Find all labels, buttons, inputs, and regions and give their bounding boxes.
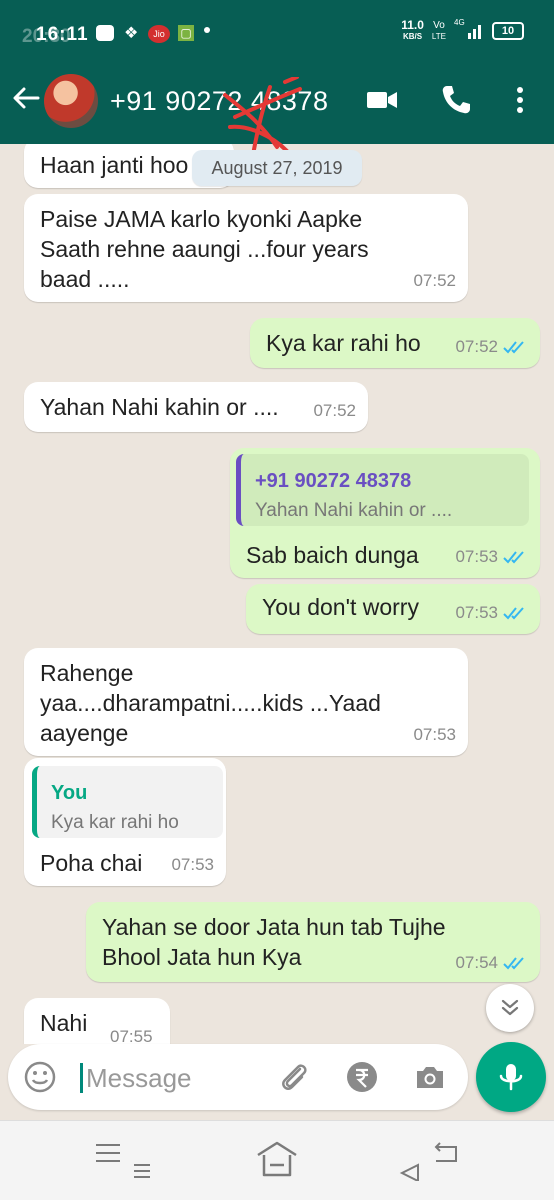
message-outgoing-reply[interactable]: +91 90272 48378 Yahan Nahi kahin or ....… — [230, 448, 540, 578]
message-text: Sab baich dunga — [246, 542, 419, 568]
voice-message-button[interactable] — [476, 1042, 546, 1112]
home-icon[interactable] — [254, 1137, 300, 1179]
message-list[interactable]: Haan janti hoo August 27, 2019 Paise JAM… — [0, 144, 554, 1044]
message-text: Yahan Nahi kahin or .... — [40, 394, 279, 420]
message-outgoing[interactable]: Yahan se door Jata hun tab Tujhe Bhool J… — [86, 902, 540, 982]
emoji-icon[interactable] — [22, 1059, 58, 1095]
status-bar: 20:30 16:11 ❖ Jio ▢ 11.0 KB/S Vo LTE 4G … — [0, 0, 554, 52]
camera-icon[interactable] — [412, 1059, 448, 1095]
read-receipt-icon — [503, 607, 524, 620]
message-incoming-reply[interactable]: You Kya kar rahi ho Poha chai 07:53 — [24, 758, 226, 886]
date-chip: August 27, 2019 — [192, 150, 362, 186]
message-text: Haan janti hoo — [40, 152, 189, 178]
message-time: 07:53 — [455, 603, 498, 622]
microphone-icon — [499, 1064, 523, 1091]
double-chevron-down-icon — [501, 999, 519, 1016]
message-meta: 07:52 — [455, 332, 528, 362]
volte-label: Vo — [433, 20, 445, 31]
read-receipt-icon — [503, 551, 524, 564]
message-outgoing[interactable]: Kya kar rahi ho 07:52 — [250, 318, 540, 368]
message-time: 07:53 — [413, 725, 456, 744]
whatsapp-chat-screen: 20:30 16:11 ❖ Jio ▢ 11.0 KB/S Vo LTE 4G … — [0, 0, 554, 1200]
message-text: Paise JAMA karlo kyonki Aapke Saath rehn… — [40, 206, 369, 292]
jio-app-icon: ▢ — [178, 25, 194, 41]
arrow-left-icon[interactable] — [10, 82, 42, 114]
notification-icon: ❖ — [124, 25, 139, 42]
status-right: 11.0 KB/S Vo LTE 4G 10 — [401, 18, 524, 42]
network-speed: 11.0 KB/S — [401, 18, 424, 42]
message-text: Yahan se door Jata hun tab Tujhe Bhool J… — [102, 914, 446, 970]
message-time: 07:54 — [455, 953, 498, 972]
message-time: 07:52 — [313, 401, 356, 420]
message-text: Rahenge yaa....dharampatni.....kids ...Y… — [40, 660, 381, 746]
phone-icon[interactable] — [438, 82, 474, 118]
battery-icon: 10 — [492, 22, 524, 40]
message-text: You don't worry — [262, 594, 419, 620]
message-time: 07:52 — [413, 271, 456, 290]
message-time: 07:53 — [455, 547, 498, 566]
signal-label: 4G — [454, 18, 465, 27]
message-time: 07:53 — [171, 855, 214, 874]
message-time: 07:52 — [455, 337, 498, 356]
chat-header: +91 90272 48378 — [0, 52, 554, 157]
status-time: 16:11 — [36, 24, 89, 45]
more-notifications-dot — [204, 27, 210, 33]
recents-icon[interactable] — [92, 1141, 152, 1181]
message-incoming[interactable]: Nahi 07:55 — [24, 998, 170, 1044]
network-speed-unit: KB/S — [403, 32, 423, 41]
message-composer — [8, 1044, 468, 1110]
quoted-text: Yahan Nahi kahin or .... — [255, 500, 453, 521]
quoted-message[interactable]: You Kya kar rahi ho — [32, 766, 223, 838]
video-call-icon[interactable] — [364, 82, 400, 118]
system-navigation-bar — [0, 1120, 554, 1200]
text-caret — [80, 1063, 83, 1093]
message-text: Kya kar rahi ho — [266, 330, 421, 356]
quoted-message[interactable]: +91 90272 48378 Yahan Nahi kahin or .... — [236, 454, 529, 526]
message-meta: 07:53 — [455, 598, 528, 628]
quoted-author: +91 90272 48378 — [255, 470, 412, 492]
scroll-to-bottom-button[interactable] — [486, 984, 534, 1032]
more-options-icon[interactable] — [502, 82, 538, 118]
message-meta: 07:53 — [455, 542, 528, 572]
quoted-author: You — [51, 782, 88, 804]
message-text: Nahi — [40, 1010, 88, 1036]
signal-icon: 4G — [454, 18, 484, 41]
quoted-text: Kya kar rahi ho — [51, 812, 179, 833]
message-incoming[interactable]: Paise JAMA karlo kyonki Aapke Saath rehn… — [24, 194, 468, 302]
avatar[interactable] — [44, 74, 98, 128]
message-input[interactable] — [84, 1058, 278, 1098]
attach-icon[interactable] — [276, 1059, 312, 1095]
volte-indicator: Vo LTE — [432, 20, 446, 42]
message-meta: 07:54 — [455, 948, 528, 978]
jio-icon: Jio — [148, 25, 170, 43]
message-incoming[interactable]: Yahan Nahi kahin or .... 07:52 — [24, 382, 368, 432]
message-text: Poha chai — [40, 850, 143, 876]
network-speed-value: 11.0 — [401, 18, 424, 32]
back-nav-icon[interactable] — [396, 1141, 462, 1181]
lte-label: LTE — [431, 32, 446, 41]
read-receipt-icon — [503, 957, 524, 970]
read-receipt-icon — [503, 341, 524, 354]
message-outgoing[interactable]: You don't worry 07:53 — [246, 584, 540, 634]
rupee-payment-icon[interactable] — [344, 1059, 380, 1095]
message-time: 07:55 — [110, 1027, 153, 1044]
message-incoming[interactable]: Rahenge yaa....dharampatni.....kids ...Y… — [24, 648, 468, 756]
app-notification-icon — [96, 25, 114, 41]
